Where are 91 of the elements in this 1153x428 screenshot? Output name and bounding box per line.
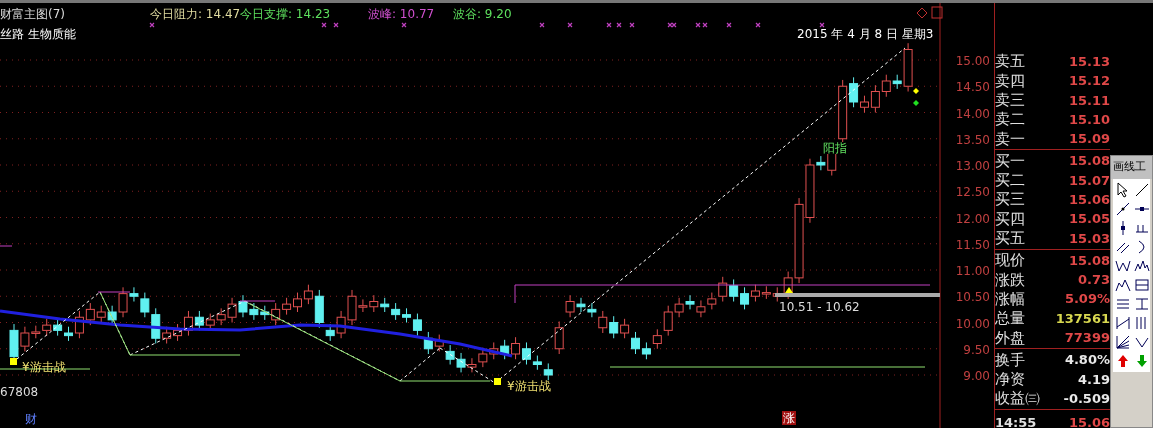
grid-chart-icon[interactable]	[1134, 276, 1150, 293]
triangle-icon	[785, 287, 793, 293]
square-icon	[10, 358, 17, 365]
quote-value: 0.73	[1077, 271, 1110, 290]
pattern-label: 阳指	[823, 142, 847, 154]
quote-value: 15.06	[1068, 191, 1110, 209]
diamond-icon[interactable]	[916, 7, 928, 19]
axis-label: 11.50	[955, 236, 990, 254]
square-icon	[494, 378, 501, 385]
quote-label: 涨幅	[995, 288, 1025, 310]
quote-value: 15.09	[1068, 130, 1110, 149]
window-toggle-icon[interactable]	[931, 6, 943, 19]
cross-icon	[755, 22, 761, 28]
quote-label: 卖二	[995, 109, 1025, 131]
resistance-line	[239, 300, 276, 302]
quote-value: 4.80%	[1064, 351, 1110, 370]
axis-label: 11.00	[955, 263, 990, 280]
quote-label: 现价	[995, 250, 1025, 272]
quote-label: 买一	[995, 150, 1025, 172]
quote-value: 15.10	[1068, 110, 1110, 129]
price-range-label: 10.51 - 10.62	[779, 301, 860, 313]
quote-label: 涨跌	[995, 269, 1025, 291]
tick-price: 15.06	[1068, 414, 1110, 428]
axis-label: 10.50	[955, 289, 990, 307]
quote-value: 15.03	[1068, 229, 1110, 248]
signal-label: ¥游击战	[507, 380, 551, 392]
axis-label: 13.00	[955, 158, 990, 175]
axis-label: 9.00	[963, 368, 990, 385]
axis-label: 14.00	[955, 105, 990, 123]
cross-icon	[616, 22, 622, 28]
quote-label: 卖三	[995, 90, 1025, 111]
quote-value: 5.09%	[1064, 290, 1110, 309]
resistance-line	[0, 245, 13, 247]
cross-icon	[629, 22, 635, 28]
quote-label: 总量	[995, 308, 1025, 330]
cross-icon	[606, 22, 612, 28]
channel-icon[interactable]	[1115, 314, 1131, 331]
cross-icon	[819, 22, 825, 28]
quote-value: 15.12	[1068, 72, 1110, 91]
quote-label: 卖四	[995, 70, 1025, 92]
axis-label: 10.00	[955, 315, 990, 333]
cross-icon	[539, 22, 545, 28]
cross-icon	[321, 22, 327, 28]
diagonal-line-icon[interactable]	[1134, 181, 1150, 198]
cross-icon	[401, 22, 407, 28]
signal-label: ¥游击战	[22, 361, 66, 373]
quote-label: 卖一	[995, 128, 1025, 150]
cross-icon	[149, 22, 155, 28]
cross-icon	[333, 22, 339, 28]
date-label: 2015 年 4 月 8 日 星期3	[797, 28, 934, 40]
tick-time: 14:55	[995, 414, 1037, 428]
quote-value: -0.509	[1063, 389, 1110, 408]
quote-value: 15.13	[1068, 52, 1110, 71]
chart-title: 财富主图(7)	[0, 8, 65, 20]
indicator-reading: 今日支撑: 14.23	[240, 8, 331, 20]
quote-value: 15.08	[1068, 251, 1110, 270]
indicator-reading: 波谷: 9.20	[453, 8, 512, 20]
volume-value: 67808	[0, 386, 39, 398]
quote-value: 4.19	[1077, 370, 1110, 389]
indicator-reading: 波峰: 10.77	[368, 8, 435, 20]
axis-label: 9.50	[963, 341, 990, 359]
quote-value: 15.05	[1068, 210, 1110, 229]
quote-label: 外盘	[995, 327, 1025, 349]
quote-value: 77399	[1064, 329, 1110, 348]
quote-value: 15.08	[1068, 152, 1110, 171]
quote-label: 净资	[995, 369, 1025, 391]
axis-label: 12.00	[955, 210, 990, 228]
quote-label: 换手	[995, 349, 1025, 371]
line-segment-icon[interactable]	[1115, 200, 1131, 217]
rise-flag: 涨	[782, 411, 796, 425]
indicator-reading: 今日阻力: 14.47	[150, 8, 241, 20]
quote-label: 卖五	[995, 51, 1025, 73]
axis-label: 15.00	[955, 53, 990, 70]
panel-title: 画线工	[1111, 156, 1152, 179]
fan-lines-icon[interactable]	[1115, 333, 1131, 350]
axis-label: 14.50	[955, 79, 990, 97]
tag-label: 财	[25, 413, 37, 425]
quote-label: 买五	[995, 228, 1025, 250]
quote-label: 买二	[995, 170, 1025, 192]
quote-value: 137561	[1055, 309, 1110, 328]
axis-label: 12.50	[955, 184, 990, 202]
quote-label: 买四	[995, 208, 1025, 230]
axis-label: 13.50	[955, 131, 990, 149]
quote-label: 收益㈢	[995, 388, 1040, 410]
resistance-line	[97, 291, 131, 293]
quote-value: 15.07	[1068, 171, 1110, 190]
cross-icon	[726, 22, 732, 28]
cross-icon	[567, 22, 573, 28]
quote-label: 买三	[995, 189, 1025, 211]
quote-value: 15.11	[1068, 91, 1110, 110]
concept-tags: 丝路 生物质能	[0, 28, 76, 40]
